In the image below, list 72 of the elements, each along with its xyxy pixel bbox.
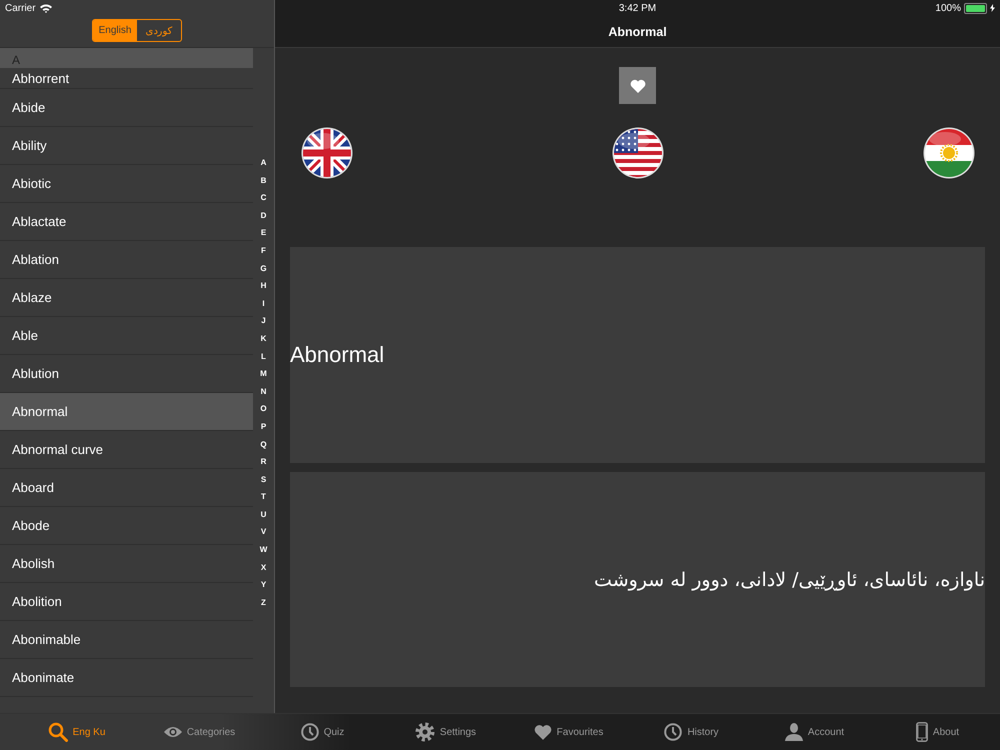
battery-icon xyxy=(964,2,987,14)
index-letter[interactable]: J xyxy=(261,312,266,330)
index-letter[interactable]: Y xyxy=(260,576,266,594)
tab-item[interactable]: Quiz xyxy=(261,714,384,750)
index-letter[interactable]: A xyxy=(260,154,266,172)
index-letter[interactable]: S xyxy=(260,470,266,488)
tab-item[interactable]: Settings xyxy=(384,714,507,750)
index-letter[interactable]: L xyxy=(261,348,266,366)
wifi-icon xyxy=(40,4,52,12)
index-letter[interactable]: E xyxy=(260,224,266,242)
index-letter[interactable]: F xyxy=(261,242,266,260)
person-icon xyxy=(784,723,803,741)
word-row[interactable]: Ablactate xyxy=(0,203,253,241)
clock-icon xyxy=(300,723,319,741)
word-row[interactable]: Abonimate xyxy=(0,659,253,697)
tab-item[interactable]: Eng Ku xyxy=(15,714,138,750)
tab-item[interactable]: Favourites xyxy=(507,714,630,750)
battery-percent: 100% xyxy=(935,2,961,14)
index-letter[interactable]: R xyxy=(260,453,266,471)
index-letter[interactable]: T xyxy=(261,488,266,506)
language-option[interactable]: کوردی xyxy=(137,20,181,41)
index-letter[interactable]: W xyxy=(260,541,268,559)
clock-icon xyxy=(664,723,682,741)
word-row[interactable]: Abide xyxy=(0,89,253,127)
index-letter[interactable]: C xyxy=(260,189,266,207)
index-letter[interactable]: P xyxy=(260,418,266,436)
nav-title: Abnormal xyxy=(608,24,667,38)
word-row[interactable]: Ablation xyxy=(0,241,253,279)
word-row[interactable]: Abhorrent xyxy=(0,68,253,89)
word-row[interactable]: Ablaze xyxy=(0,279,253,317)
settings-icon xyxy=(414,722,435,742)
word-row[interactable]: Abolish xyxy=(0,545,253,583)
index-letter[interactable]: X xyxy=(260,558,266,576)
index-letter[interactable]: H xyxy=(260,277,266,295)
kurdish-translation: ناوازە، نائاسای، ئاوڕێیی/ لادانی، دوور لە سروشت xyxy=(594,568,985,592)
charging-icon xyxy=(990,4,995,12)
word-row[interactable]: Abolition xyxy=(0,583,253,621)
word-row[interactable]: Abnormal curve xyxy=(0,431,253,469)
heart-icon xyxy=(630,78,646,92)
english-term: Abnormal xyxy=(290,342,384,368)
index-letter[interactable]: I xyxy=(262,294,265,312)
search-icon xyxy=(48,722,68,742)
eye-icon xyxy=(164,726,182,738)
index-letter[interactable]: V xyxy=(260,523,266,542)
index-letter[interactable]: Q xyxy=(260,436,267,454)
tab-item[interactable]: About xyxy=(876,714,999,750)
carrier-label: Carrier xyxy=(5,2,36,14)
index-letter[interactable]: M xyxy=(260,365,267,383)
index-letter[interactable]: G xyxy=(260,260,267,278)
index-letter[interactable]: Z xyxy=(261,594,266,612)
tab-item[interactable]: History xyxy=(630,714,753,750)
word-row[interactable]: Ability xyxy=(0,127,253,165)
index-letter[interactable]: N xyxy=(260,382,266,400)
tab-item[interactable]: Account xyxy=(753,714,876,750)
tab-item[interactable]: Categories xyxy=(138,714,261,750)
phone-icon xyxy=(916,722,928,742)
word-row[interactable]: Abiotic xyxy=(0,165,253,203)
favourite-button[interactable] xyxy=(619,67,656,104)
word-row[interactable]: Abnormal xyxy=(0,393,253,431)
kurdish-flag-icon[interactable] xyxy=(923,127,975,179)
word-row[interactable]: Able xyxy=(0,317,253,355)
index-letter[interactable]: O xyxy=(260,400,267,418)
index-letter[interactable]: B xyxy=(260,172,266,190)
index-letter[interactable]: K xyxy=(260,330,266,348)
word-row[interactable]: Aboard xyxy=(0,469,253,507)
heart-icon xyxy=(534,724,552,740)
word-row[interactable]: Abode xyxy=(0,507,253,545)
word-row[interactable]: Abonimable xyxy=(0,621,253,659)
status-time: 3:42 PM xyxy=(618,2,656,14)
language-option[interactable]: English xyxy=(93,20,137,41)
index-letter[interactable]: D xyxy=(260,206,266,224)
index-letter[interactable]: U xyxy=(260,506,266,524)
